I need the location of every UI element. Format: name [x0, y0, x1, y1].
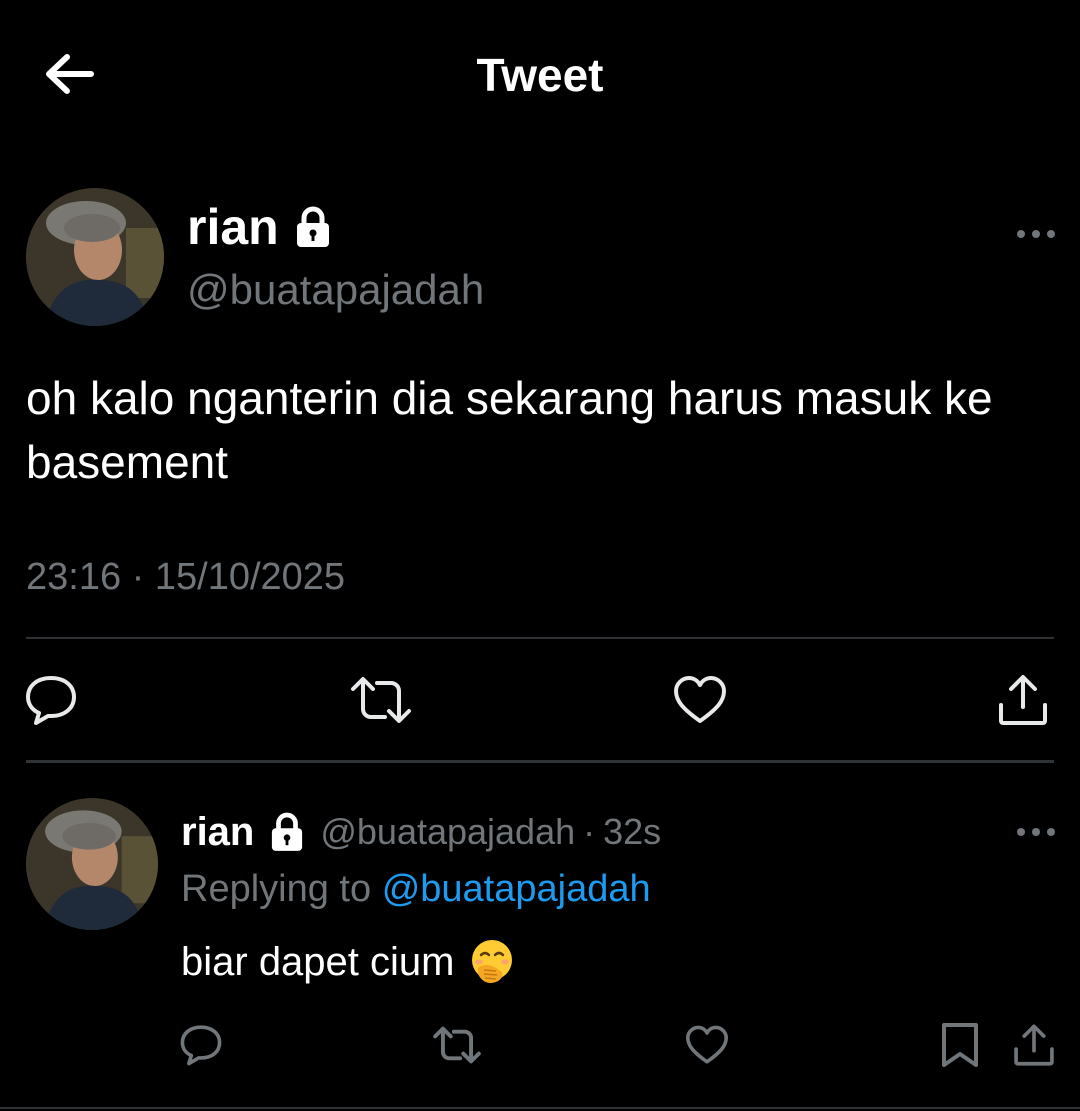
- reply-time[interactable]: 32s: [603, 811, 661, 853]
- retweet-icon: [433, 1026, 481, 1064]
- avatar-photo: [26, 188, 164, 326]
- reply-icon: [180, 1025, 222, 1066]
- replying-to-label: Replying to: [181, 868, 372, 910]
- like-button[interactable]: [672, 672, 728, 728]
- lock-icon: [295, 206, 331, 248]
- like-icon: [686, 1025, 728, 1064]
- author-handle[interactable]: @buatapajadah: [187, 266, 484, 314]
- divider: [26, 637, 1054, 639]
- tweet-text: oh kalo nganterin dia sekarang harus mas…: [26, 372, 993, 488]
- reply-text-row: biar dapet cium: [181, 938, 516, 986]
- share-button[interactable]: [994, 672, 1052, 728]
- share-icon: [1014, 1024, 1054, 1066]
- top-bar: Tweet: [0, 0, 1080, 150]
- retweet-icon: [351, 677, 411, 723]
- page-title: Tweet: [476, 49, 604, 101]
- like-button[interactable]: [684, 1022, 730, 1068]
- replying-to-handle[interactable]: @buatapajadah: [382, 868, 651, 910]
- avatar-photo: [26, 798, 158, 930]
- more-icon: [1017, 230, 1055, 238]
- lock-icon: [270, 812, 304, 852]
- share-button[interactable]: [1010, 1020, 1058, 1070]
- bookmark-button[interactable]: [936, 1020, 984, 1070]
- separator-dot: ·: [583, 811, 596, 852]
- bookmark-icon: [942, 1023, 978, 1067]
- reply-author-name[interactable]: rian: [181, 810, 254, 855]
- author-name[interactable]: rian: [187, 198, 279, 256]
- reply-button[interactable]: [178, 1022, 224, 1068]
- tweet-timestamp[interactable]: 23:16 · 15/10/2025: [26, 556, 345, 599]
- share-icon: [999, 675, 1047, 725]
- more-options-button[interactable]: [1012, 222, 1060, 246]
- author-name-row: rian: [187, 198, 331, 256]
- retweet-button[interactable]: [430, 1022, 484, 1068]
- replying-to: Replying to @buatapajadah: [181, 868, 651, 911]
- avatar[interactable]: [26, 188, 164, 326]
- reply-header-row: rian @buatapajadah · 32s: [181, 804, 661, 860]
- retweet-button[interactable]: [348, 672, 414, 728]
- more-options-button[interactable]: [1012, 820, 1060, 844]
- divider: [0, 1107, 1080, 1109]
- avatar[interactable]: [26, 798, 158, 930]
- reply-button[interactable]: [22, 672, 80, 728]
- face-with-hand-over-mouth-icon: [468, 938, 516, 986]
- reply-author-handle[interactable]: @buatapajadah: [320, 811, 575, 853]
- reply-icon: [26, 676, 76, 725]
- like-icon: [674, 676, 726, 723]
- divider: [26, 760, 1054, 763]
- more-icon: [1017, 828, 1055, 836]
- reply-text: biar dapet cium: [181, 939, 455, 984]
